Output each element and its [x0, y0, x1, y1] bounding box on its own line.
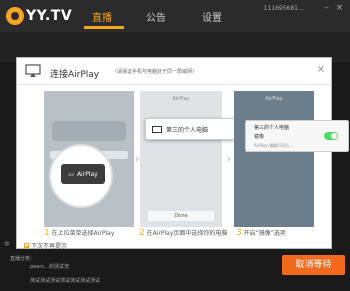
tab-notice[interactable]: 公告 [146, 9, 166, 24]
step-2-caption: 2 在AirPlay页面中选择你的电脑 [139, 228, 227, 238]
window-controls: – × [322, 4, 344, 13]
step-number: 2 [139, 228, 145, 238]
step-3-header: AirPlay [265, 96, 283, 102]
airplay-button: ▭ AirPlay [61, 164, 105, 184]
stream-name: pears…的测试流 [30, 264, 69, 270]
airplay-dialog: 连接AirPlay （请保证手机与电脑处于同一局域网） × ▭ AirPlay … [16, 57, 349, 250]
dialog-subtitle: （请保证手机与电脑处于同一局域网） [112, 69, 198, 75]
top-bar: YY.TV 直播 公告 设置 111695681… – × [0, 0, 350, 32]
dont-show-again[interactable]: 下次不再提示 [24, 241, 67, 250]
mirror-note: AirPlay 镜像打开后 … [254, 143, 295, 148]
step-2-header: AirPlay [172, 96, 190, 102]
logo-text: YY.TV [26, 8, 73, 24]
stream-description: 测试测试测试测试测试测试测试 [30, 278, 101, 284]
settings-gear-icon[interactable]: ✲ [4, 240, 12, 248]
mirror-toggle [324, 132, 338, 140]
mirror-panel: 第三的个人电脑 镜像 AirPlay 镜像打开后 … [245, 120, 349, 152]
dialog-title: 连接AirPlay [50, 70, 100, 80]
device-name: 第三的个人电脑 [254, 125, 290, 131]
airplay-icon [25, 64, 41, 77]
dont-show-label: 下次不再提示 [31, 243, 68, 250]
control-center-block [52, 121, 126, 141]
dont-show-checkbox[interactable] [24, 243, 29, 248]
step-1-caption: 1 在上拉菜单选择AirPlay [44, 228, 114, 238]
minimize-icon[interactable]: – [322, 4, 331, 13]
airplay-highlight: ▭ AirPlay [49, 144, 113, 208]
close-icon[interactable]: × [317, 64, 325, 75]
step-3-image: AirPlay [234, 91, 314, 227]
tab-settings[interactable]: 设置 [202, 9, 222, 24]
active-tab-indicator [84, 26, 124, 29]
close-window-icon[interactable]: × [335, 4, 344, 13]
logo-icon [6, 7, 24, 25]
step-text: 在上拉菜单选择AirPlay [51, 230, 115, 237]
arrow-right-icon: › [227, 154, 231, 165]
user-id[interactable]: 111695681… [264, 5, 304, 12]
step-text: 在AirPlay页面中选择你的电脑 [146, 230, 228, 237]
done-label: Done [148, 211, 214, 221]
mirror-label: 镜像 [254, 134, 265, 140]
airplay-small-icon: ▭ [68, 170, 74, 178]
category-label: 直播分类： [10, 256, 36, 262]
step-3-caption: 3 开启“镜像”选项 [236, 228, 286, 238]
step-text: 开启“镜像”选项 [243, 230, 286, 237]
step-number: 3 [236, 228, 242, 238]
computer-name: 第三的个人电脑 [166, 126, 209, 134]
arrow-right-icon: › [135, 154, 139, 165]
step-2-image: AirPlay Done [140, 91, 222, 227]
cancel-wait-button[interactable]: 取消等待 [282, 255, 345, 275]
computer-popup: 第三的个人电脑 [145, 118, 235, 140]
app-logo: YY.TV [6, 6, 72, 26]
airplay-label: AirPlay [76, 170, 98, 178]
dialog-header: 连接AirPlay （请保证手机与电脑处于同一局域网） × [17, 58, 331, 85]
tab-live[interactable]: 直播 [92, 9, 112, 24]
monitor-icon [152, 125, 162, 133]
step-number: 1 [44, 228, 50, 238]
